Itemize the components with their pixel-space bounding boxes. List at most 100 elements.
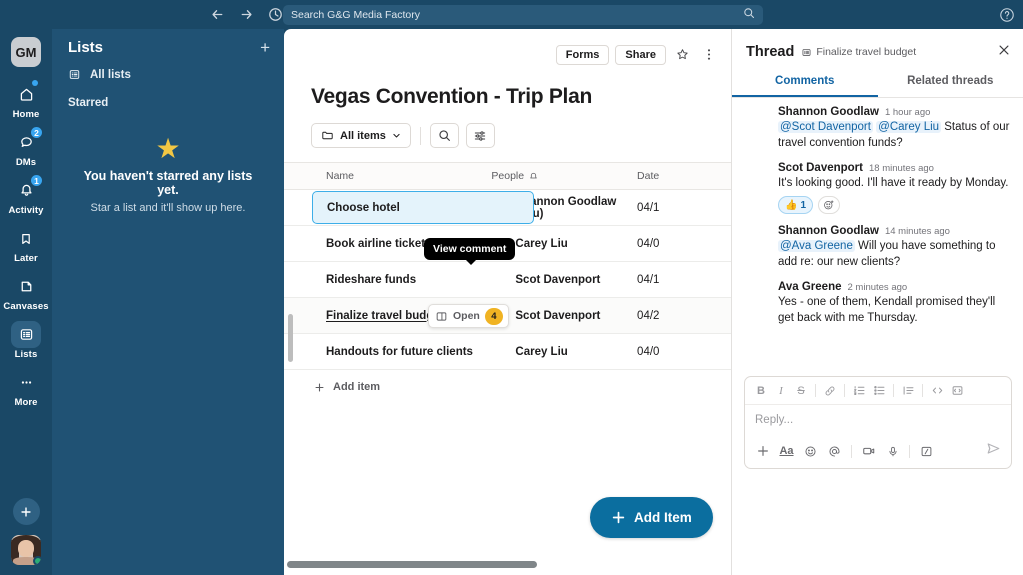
workspace-switcher[interactable]: GM <box>11 37 41 67</box>
cell-date[interactable]: 04/0 <box>637 238 731 250</box>
cell-people[interactable]: Scot Davenport <box>491 307 637 324</box>
emoji-icon[interactable] <box>800 442 821 461</box>
avatar[interactable] <box>744 225 770 251</box>
avatar[interactable] <box>744 106 770 132</box>
add-item-row[interactable]: Add item <box>284 370 731 393</box>
cell-people[interactable]: Carey Liu <box>491 343 637 360</box>
list-search-button[interactable] <box>429 123 459 148</box>
star-outline-icon[interactable] <box>672 45 693 64</box>
avatar[interactable] <box>744 281 770 307</box>
blockquote-icon[interactable] <box>899 382 917 399</box>
strikethrough-icon[interactable]: S <box>792 382 810 399</box>
rail-item-activity[interactable]: 1 Activity <box>4 174 48 216</box>
empty-subtitle: Star a list and it'll show up here. <box>90 202 246 214</box>
rail-item-lists[interactable]: Lists <box>4 321 48 360</box>
sidebar-item-all-lists[interactable]: All lists <box>52 64 284 85</box>
cell-date[interactable]: 04/1 <box>637 274 731 286</box>
link-icon[interactable] <box>821 382 839 399</box>
avatar[interactable] <box>11 535 41 565</box>
toolbar-divider <box>851 444 852 458</box>
arrow-left-icon[interactable] <box>209 7 225 23</box>
message-author[interactable]: Shannon Goodlaw <box>778 106 879 118</box>
formatting-icon[interactable]: Aa <box>776 442 797 461</box>
ordered-list-icon[interactable] <box>850 382 868 399</box>
message-author[interactable]: Scot Davenport <box>778 162 863 174</box>
reply-input[interactable]: Reply... <box>745 405 1011 437</box>
add-reaction-icon[interactable] <box>818 196 841 214</box>
avatar[interactable] <box>744 162 770 188</box>
rail-item-later[interactable]: Later <box>4 225 48 264</box>
cell-date[interactable]: 04/1 <box>637 202 731 214</box>
cell-people-label: Scot Davenport <box>515 309 601 322</box>
search-input[interactable]: Search G&G Media Factory <box>283 5 763 25</box>
message-body: Shannon Goodlaw 1 hour ago @Scot Davenpo… <box>778 106 1013 151</box>
view-selector[interactable]: All items <box>311 123 411 148</box>
close-icon[interactable] <box>997 43 1011 62</box>
list-settings-button[interactable] <box>465 123 495 148</box>
italic-icon[interactable]: I <box>772 382 790 399</box>
slash-command-icon[interactable] <box>916 442 937 461</box>
horizontal-scrollbar-track[interactable] <box>284 560 731 568</box>
arrow-right-icon[interactable] <box>238 7 254 23</box>
thread-subject[interactable]: Finalize travel budget <box>801 46 916 58</box>
cell-name[interactable]: Rideshare funds <box>284 274 491 286</box>
vertical-scrollbar[interactable] <box>288 314 293 362</box>
table-row[interactable]: Finalize travel budget Scot Davenport 04… <box>284 298 731 334</box>
bold-icon[interactable]: B <box>752 382 770 399</box>
mention-link[interactable]: @Ava Greene <box>778 240 855 252</box>
table-row[interactable]: Handouts for future clients Carey Liu 04… <box>284 334 731 370</box>
rail-item-canvases[interactable]: Canvases <box>3 273 48 312</box>
code-icon[interactable] <box>928 382 946 399</box>
reaction-thumbsup[interactable]: 👍 1 <box>778 196 814 214</box>
toolbar-divider <box>893 384 894 397</box>
message-author[interactable]: Ava Greene <box>778 281 842 293</box>
mention-icon[interactable] <box>824 442 845 461</box>
lists-icon <box>68 68 81 81</box>
selected-cell-name[interactable]: Choose hotel <box>312 191 534 224</box>
kebab-menu-icon[interactable] <box>699 45 719 64</box>
rail-label-home: Home <box>12 109 40 120</box>
video-icon[interactable] <box>858 442 879 461</box>
rail-item-more[interactable]: More <box>4 369 48 408</box>
message-header: Ava Greene 2 minutes ago <box>778 281 1013 293</box>
table-row[interactable]: Choose hotel Shannon Goodlaw (you) 04/1 <box>284 190 731 226</box>
column-header-people-label: People <box>491 170 525 182</box>
new-message-button[interactable] <box>12 498 40 525</box>
cell-name[interactable]: Handouts for future clients <box>284 346 491 358</box>
microphone-icon[interactable] <box>882 442 903 461</box>
message-timestamp: 14 minutes ago <box>884 226 950 237</box>
add-item-button[interactable]: Add Item <box>590 497 713 538</box>
column-header-date[interactable]: Date <box>637 170 731 182</box>
share-button[interactable]: Share <box>615 44 666 65</box>
send-icon[interactable] <box>986 441 1004 461</box>
search-icon <box>743 6 755 24</box>
bullet-list-icon[interactable] <box>870 382 888 399</box>
tab-comments[interactable]: Comments <box>732 69 878 97</box>
left-rail: GM Home 2 DMs 1 Activity Later Canvases … <box>0 29 52 575</box>
tab-related-threads[interactable]: Related threads <box>878 69 1023 97</box>
rail-item-home[interactable]: Home <box>4 80 48 120</box>
column-header-people[interactable]: People <box>491 170 637 182</box>
open-comment-chip[interactable]: Open 4 <box>428 304 509 328</box>
toolbar-divider <box>844 384 845 397</box>
list-main-panel: Forms Share Vegas Convention - Trip Plan… <box>284 29 731 575</box>
cell-people[interactable]: Scot Davenport <box>491 271 637 288</box>
mention-link[interactable]: @Scot Davenport <box>778 121 873 133</box>
new-list-button[interactable]: + <box>260 39 270 56</box>
message-text: @Scot Davenport @Carey Liu Status of our… <box>778 119 1013 151</box>
message-author[interactable]: Shannon Goodlaw <box>778 225 879 237</box>
help-icon[interactable] <box>999 7 1015 23</box>
code-block-icon[interactable] <box>948 382 966 399</box>
starred-empty-state: ★ You haven't starred any lists yet. Sta… <box>52 113 284 215</box>
horizontal-scrollbar-thumb[interactable] <box>287 561 537 568</box>
rail-item-dms[interactable]: 2 DMs <box>4 126 48 168</box>
plus-icon[interactable] <box>752 442 773 461</box>
clock-icon[interactable] <box>267 7 283 23</box>
mention-link[interactable]: @Carey Liu <box>876 121 942 133</box>
column-header-name[interactable]: Name <box>284 170 491 182</box>
presence-indicator <box>33 556 41 565</box>
cell-date[interactable]: 04/0 <box>637 346 731 358</box>
table-row[interactable]: Rideshare funds Scot Davenport 04/1 View… <box>284 238 731 298</box>
cell-date[interactable]: 04/2 <box>637 310 731 322</box>
forms-button[interactable]: Forms <box>555 44 610 65</box>
